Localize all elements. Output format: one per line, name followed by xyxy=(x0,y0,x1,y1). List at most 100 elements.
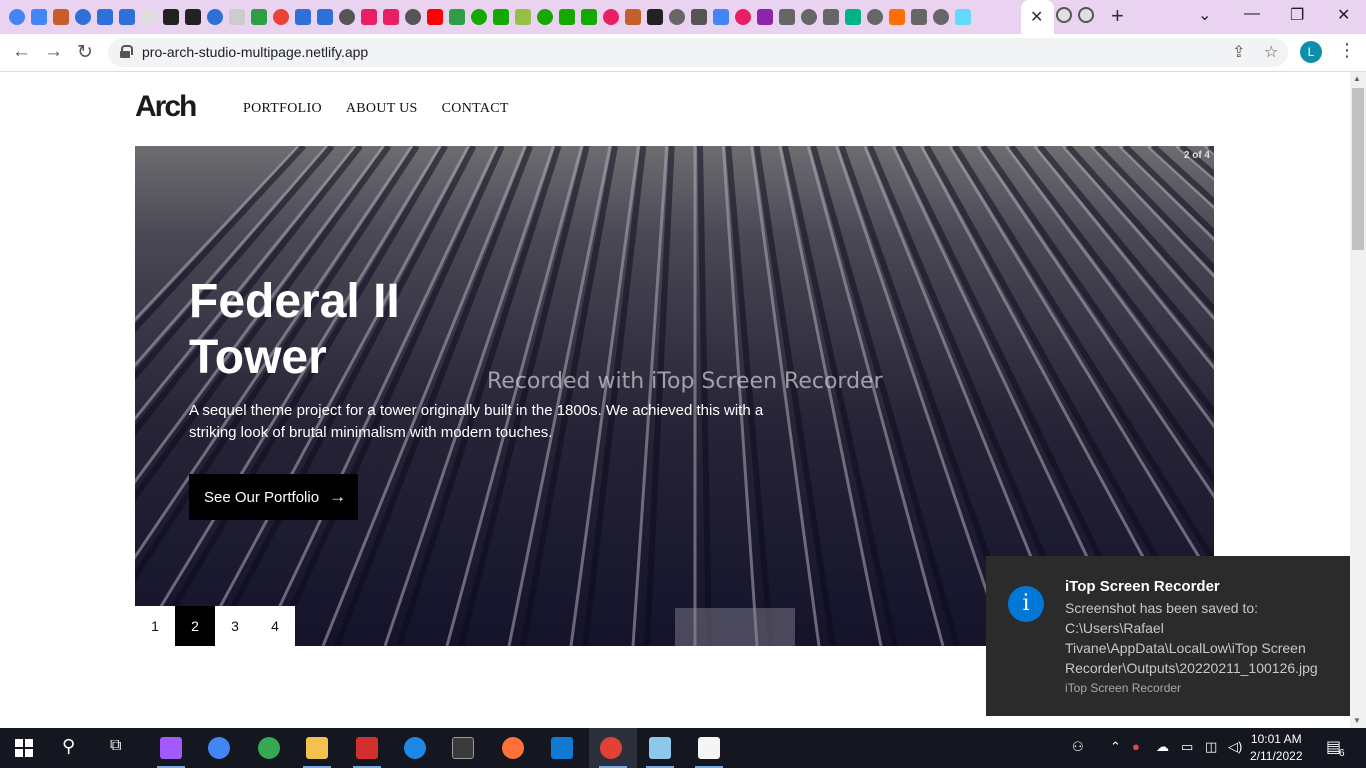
tab-favicon-icon[interactable] xyxy=(31,9,47,25)
tab-favicon-icon[interactable] xyxy=(735,9,751,25)
volume-icon[interactable]: ◁) xyxy=(1228,739,1242,755)
recorder-tray-icon[interactable]: ● xyxy=(1132,739,1140,754)
tab-favicon-icon[interactable] xyxy=(625,9,641,25)
notepad-icon[interactable] xyxy=(649,737,671,759)
windows-start-icon[interactable] xyxy=(15,739,33,757)
nav-portfolio[interactable]: PORTFOLIO xyxy=(243,101,322,117)
tab-favicon-icon[interactable] xyxy=(405,9,421,25)
file-explorer-icon[interactable] xyxy=(306,737,328,759)
tab-favicon-icon[interactable] xyxy=(757,9,773,25)
tab-favicon-icon[interactable] xyxy=(361,9,377,25)
tab-favicon-icon[interactable] xyxy=(251,9,267,25)
task-view-icon[interactable]: ⧉ xyxy=(110,737,121,755)
terminal-icon[interactable] xyxy=(452,737,474,759)
tab-favicon-icon[interactable] xyxy=(273,9,289,25)
reload-icon[interactable]: ↻ xyxy=(77,41,93,64)
onedrive-icon[interactable]: ☁ xyxy=(1156,739,1169,755)
page-button-4[interactable]: 4 xyxy=(255,606,295,646)
chrome-profile-icon[interactable] xyxy=(258,737,280,759)
tab-favicon-icon[interactable] xyxy=(515,9,531,25)
tab-favicon-icon[interactable] xyxy=(537,9,553,25)
tab-favicon-icon[interactable] xyxy=(339,9,355,25)
tab-favicon-icon[interactable] xyxy=(867,9,883,25)
tab-favicon-icon[interactable] xyxy=(581,9,597,25)
tab-favicon-icon[interactable] xyxy=(1078,7,1094,23)
minimize-icon[interactable]: — xyxy=(1244,5,1260,23)
tab-favicon-icon[interactable] xyxy=(449,9,465,25)
tab-favicon-icon[interactable] xyxy=(9,9,25,25)
tab-favicon-icon[interactable] xyxy=(53,9,69,25)
nav-contact[interactable]: CONTACT xyxy=(442,101,509,117)
tab-favicon-icon[interactable] xyxy=(823,9,839,25)
tab-favicon-icon[interactable] xyxy=(933,9,949,25)
tab-favicon-icon[interactable] xyxy=(559,9,575,25)
forward-icon[interactable]: → xyxy=(44,41,63,63)
battery-icon[interactable]: ▭ xyxy=(1181,739,1193,755)
page-button-3[interactable]: 3 xyxy=(215,606,255,646)
tab-favicon-icon[interactable] xyxy=(889,9,905,25)
tab-favicon-icon[interactable] xyxy=(647,9,663,25)
tab-favicon-icon[interactable] xyxy=(75,9,91,25)
tab-favicon-icon[interactable] xyxy=(207,9,223,25)
tab-favicon-icon[interactable] xyxy=(317,9,333,25)
tab-favicon-icon[interactable] xyxy=(383,9,399,25)
nav-about-us[interactable]: ABOUT US xyxy=(346,101,418,117)
profile-avatar[interactable]: L xyxy=(1300,41,1322,63)
tab-favicon-icon[interactable] xyxy=(713,9,729,25)
facade-shadow xyxy=(781,146,898,646)
tab-favicon-icon[interactable] xyxy=(955,9,971,25)
tab-favicon-icon[interactable] xyxy=(845,9,861,25)
tab-favicon-icon[interactable] xyxy=(779,9,795,25)
tab-favicon-icon[interactable] xyxy=(427,9,443,25)
scroll-up-icon[interactable]: ▲ xyxy=(1353,74,1361,83)
see-portfolio-button[interactable]: See Our Portfolio → xyxy=(189,474,358,520)
photos-icon[interactable] xyxy=(698,737,720,759)
scroll-thumb[interactable] xyxy=(1352,88,1364,250)
page-button-1[interactable]: 1 xyxy=(135,606,175,646)
tab-favicon-icon[interactable] xyxy=(229,9,245,25)
browser-menu-icon[interactable]: ⋮ xyxy=(1338,40,1356,61)
url-text[interactable]: pro-arch-studio-multipage.netlify.app xyxy=(142,44,368,60)
search-icon[interactable]: ⚲ xyxy=(62,736,75,757)
firefox-icon[interactable] xyxy=(502,737,524,759)
screen-recorder-icon[interactable] xyxy=(356,737,378,759)
tab-favicon-icon[interactable] xyxy=(471,9,487,25)
notification-toast[interactable]: i iTop Screen Recorder Screenshot has be… xyxy=(986,556,1350,716)
tab-favicon-icon[interactable] xyxy=(603,9,619,25)
system-clock[interactable]: 10:01 AM 2/11/2022 xyxy=(1250,731,1303,765)
tab-favicon-icon[interactable] xyxy=(911,9,927,25)
edge-icon[interactable] xyxy=(404,737,426,759)
tab-favicon-icon[interactable] xyxy=(801,9,817,25)
site-logo[interactable]: Arch xyxy=(135,90,197,124)
tab-favicon-icon[interactable] xyxy=(691,9,707,25)
network-icon[interactable]: ◫ xyxy=(1205,739,1217,755)
tab-favicon-icon[interactable] xyxy=(1056,7,1072,23)
people-icon[interactable]: ⚇ xyxy=(1072,739,1084,755)
new-tab-icon[interactable]: + xyxy=(1111,3,1124,29)
bookmark-star-icon[interactable]: ☆ xyxy=(1264,42,1278,62)
share-icon[interactable]: ⇪ xyxy=(1232,42,1245,62)
tray-chevron-icon[interactable]: ⌃ xyxy=(1110,739,1121,755)
address-bar[interactable]: pro-arch-studio-multipage.netlify.app ⇪ … xyxy=(108,38,1288,67)
tab-search-icon[interactable]: ⌄ xyxy=(1198,5,1211,25)
tab-favicon-icon[interactable] xyxy=(141,9,157,25)
tab-favicon-icon[interactable] xyxy=(119,9,135,25)
page-scrollbar[interactable]: ▲ ▼ xyxy=(1350,72,1366,728)
chrome-icon[interactable] xyxy=(208,737,230,759)
tab-favicon-icon[interactable] xyxy=(493,9,509,25)
chrome-active-icon[interactable] xyxy=(600,737,622,759)
vscode-icon[interactable] xyxy=(551,737,573,759)
page-button-2[interactable]: 2 xyxy=(175,606,215,646)
tab-favicon-icon[interactable] xyxy=(295,9,311,25)
figma-icon[interactable] xyxy=(160,737,182,759)
tab-favicon-icon[interactable] xyxy=(97,9,113,25)
close-tab-icon[interactable]: ✕ xyxy=(1030,7,1043,27)
window-close-icon[interactable]: ✕ xyxy=(1337,5,1350,25)
tab-favicon-icon[interactable] xyxy=(185,9,201,25)
tab-favicon-icon[interactable] xyxy=(669,9,685,25)
lock-icon[interactable] xyxy=(120,45,133,58)
restore-icon[interactable]: ❐ xyxy=(1290,5,1304,25)
back-icon[interactable]: ← xyxy=(12,41,31,63)
scroll-down-icon[interactable]: ▼ xyxy=(1353,716,1361,725)
tab-favicon-icon[interactable] xyxy=(163,9,179,25)
